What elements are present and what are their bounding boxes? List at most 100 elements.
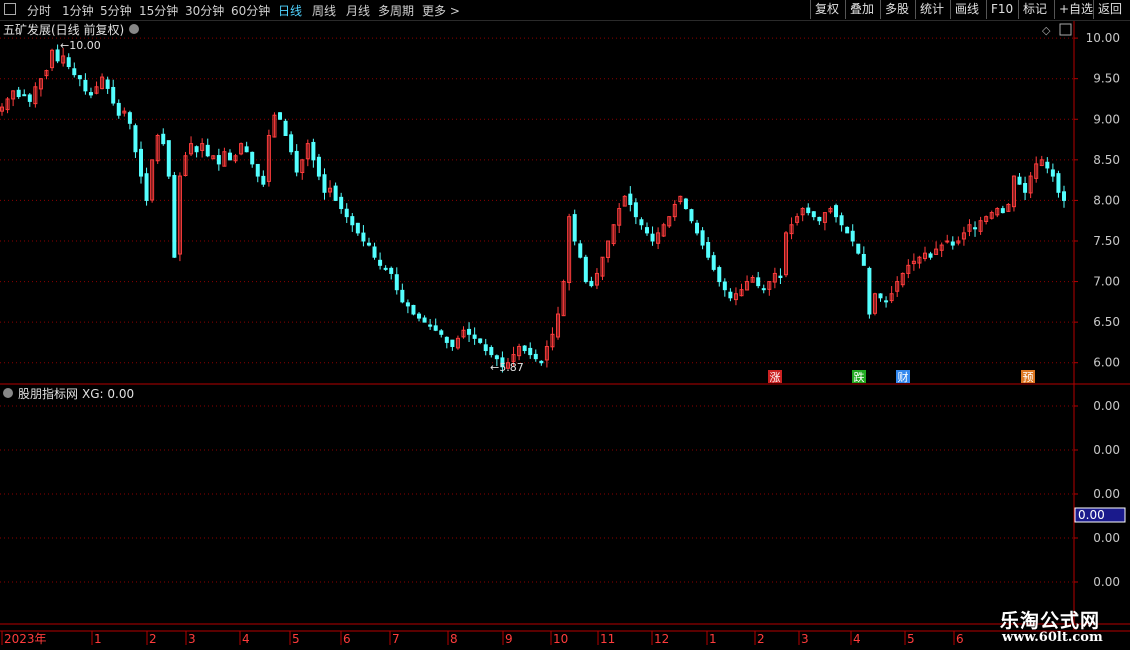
- candle-body: [695, 222, 700, 234]
- candle-body: [1056, 173, 1061, 193]
- candle-body: [411, 304, 416, 315]
- candle-body: [483, 344, 488, 352]
- toolbar-button-0[interactable]: 复权: [810, 0, 843, 19]
- toolbar-button-6[interactable]: 标记: [1018, 0, 1051, 19]
- period-tab-6[interactable]: 日线: [278, 2, 302, 19]
- candle-body: [278, 112, 283, 120]
- candle-body: [316, 156, 321, 177]
- indicator-tick-label: 0.00: [1093, 575, 1120, 589]
- candle-body: [72, 68, 77, 76]
- candle-body: [422, 317, 427, 323]
- candle-body: [366, 242, 371, 246]
- candle-body: [867, 267, 872, 315]
- candle-body: [950, 241, 955, 246]
- candle-body: [22, 94, 27, 97]
- toolbar-button-5[interactable]: F10: [986, 0, 1017, 19]
- candle-body: [383, 267, 388, 270]
- candle-body: [945, 240, 950, 243]
- toolbar-button-4[interactable]: 画线: [950, 0, 983, 19]
- period-tab-2[interactable]: 5分钟: [100, 2, 132, 19]
- candle-body: [77, 75, 82, 80]
- candle-body: [533, 353, 538, 360]
- watermark-title: 乐淘公式网: [1000, 610, 1101, 632]
- menu-square-icon[interactable]: [4, 3, 16, 15]
- candle-body: [572, 214, 577, 242]
- period-tab-0[interactable]: 分时: [27, 2, 51, 19]
- y-tick-label: 8.00: [1093, 193, 1120, 207]
- candle-body: [244, 146, 249, 153]
- candle-body: [650, 233, 655, 242]
- period-tab-9[interactable]: 多周期: [378, 2, 414, 19]
- event-marker-0: 涨: [770, 371, 781, 384]
- toolbar-button-3[interactable]: 统计: [915, 0, 948, 19]
- diamond-icon: ◇: [1042, 24, 1051, 37]
- low-price-label: ←5.87: [490, 361, 524, 374]
- candle-body: [378, 259, 383, 266]
- candle-body: [389, 267, 394, 274]
- period-tab-5[interactable]: 60分钟: [231, 2, 270, 19]
- candle-body: [400, 289, 405, 303]
- time-axis-label: 3: [801, 632, 809, 646]
- indicator-title: 股朋指标网: [18, 386, 78, 401]
- period-tab-8[interactable]: 月线: [346, 2, 370, 19]
- time-axis-label: 2: [757, 632, 765, 646]
- time-axis-label: 5: [907, 632, 915, 646]
- candle-body: [394, 274, 399, 291]
- candle-body: [66, 57, 71, 68]
- event-marker-3: 预: [1023, 371, 1034, 384]
- candle-body: [322, 174, 327, 193]
- candle-body: [372, 246, 377, 258]
- candle-body: [255, 163, 260, 177]
- candle-body: [350, 216, 355, 226]
- event-marker-1: 跌: [854, 370, 865, 384]
- candle-body: [133, 125, 138, 153]
- indicator-tick-label: 0.00: [1093, 443, 1120, 457]
- toolbar-button-2[interactable]: 多股: [880, 0, 913, 19]
- chevron-down-icon: [129, 24, 139, 34]
- y-tick-label: 10.00: [1086, 31, 1120, 45]
- toolbar-button-7[interactable]: +自选: [1054, 0, 1097, 19]
- candle-body: [1000, 208, 1005, 214]
- candle-body: [778, 275, 783, 279]
- candle-body: [845, 226, 850, 234]
- candle-body: [728, 291, 733, 299]
- time-axis-label: 9: [505, 632, 513, 646]
- time-axis-label: 6: [343, 632, 351, 646]
- candle-body: [884, 300, 889, 303]
- candle-body: [444, 336, 449, 343]
- chevron-down-icon: [3, 388, 13, 398]
- candle-body: [711, 255, 716, 270]
- candle-body: [706, 242, 711, 258]
- time-axis-label: 10: [553, 632, 568, 646]
- candle-body: [722, 281, 727, 291]
- candle-body: [355, 222, 360, 234]
- y-tick-label: 6.00: [1093, 356, 1120, 370]
- period-tab-10[interactable]: 更多 >: [422, 2, 460, 19]
- watermark-url: www.60lt.com: [1002, 630, 1103, 645]
- candle-body: [1017, 176, 1022, 185]
- candle-body: [1062, 191, 1066, 201]
- candle-body: [83, 79, 88, 92]
- candle-body: [428, 324, 433, 327]
- candle-body: [116, 102, 121, 116]
- time-axis-label: 5: [292, 632, 300, 646]
- candle-body: [878, 293, 883, 299]
- toolbar-button-1[interactable]: 叠加: [845, 0, 878, 19]
- kline-chart[interactable]: 10.009.509.008.508.007.507.006.506.00←10…: [0, 0, 1130, 650]
- period-toolbar: 分时 1分钟 5分钟 15分钟 30分钟 60分钟 日线 周线 月线 多周期 更多 > 复权 叠加 多股统…: [0, 0, 1130, 21]
- period-tab-1[interactable]: 1分钟: [62, 2, 94, 19]
- time-axis-label: 1: [709, 632, 717, 646]
- period-tab-3[interactable]: 15分钟: [139, 2, 178, 19]
- candle-body: [16, 89, 21, 98]
- panel-toggle-icon: [1059, 23, 1072, 36]
- candle-body: [817, 216, 822, 222]
- candle-body: [450, 339, 455, 347]
- period-tab-7[interactable]: 周线: [312, 2, 336, 19]
- y-tick-label: 9.00: [1093, 112, 1120, 126]
- time-axis-label: 12: [654, 632, 669, 646]
- candle-body: [639, 219, 644, 226]
- toolbar-button-8[interactable]: 返回: [1093, 0, 1126, 19]
- y-tick-label: 8.50: [1093, 153, 1120, 167]
- candle-body: [633, 202, 638, 218]
- period-tab-4[interactable]: 30分钟: [185, 2, 224, 19]
